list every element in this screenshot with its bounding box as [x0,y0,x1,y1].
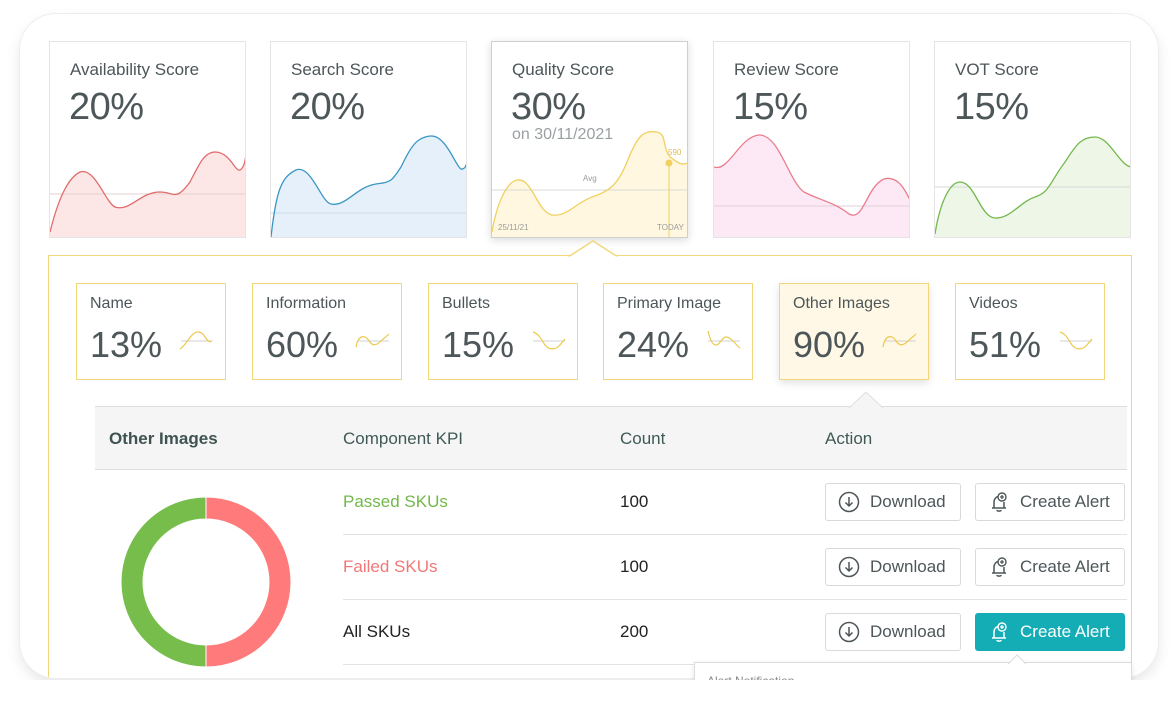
score-value: 15% [733,86,808,128]
download-button[interactable]: Download [825,548,961,586]
download-icon [838,621,860,643]
avg-label: Avg [583,174,597,183]
component-card-name[interactable]: Name 13% [76,283,226,380]
trend-sparkline-icon [1059,331,1093,350]
component-value: 24% [617,324,690,365]
selection-pointer [849,391,883,409]
score-card-vot[interactable]: VOT Score 15% [934,41,1131,238]
create-alert-button[interactable]: Create Alert [975,483,1125,521]
today-label: TODAY [657,223,684,232]
component-title: Bullets [442,295,491,312]
component-title: Information [266,295,347,312]
component-value: 51% [969,324,1042,365]
download-label: Download [870,492,946,511]
score-card-search[interactable]: Search Score 20% [270,41,467,238]
create-alert-button[interactable]: Create Alert [975,548,1125,586]
score-title: Quality Score [512,60,615,79]
component-card-other-images[interactable]: Other Images 90% [779,283,929,380]
component-detail-panel: Name 13% Information 60% Bullets 15% Pri… [48,255,1132,678]
trend-sparkline-icon [355,333,390,348]
download-label: Download [870,622,946,641]
component-value: 60% [266,324,339,365]
component-title: Videos [969,295,1018,312]
kpi-name[interactable]: All SKUs [343,622,410,642]
donut-segment-passed-skus[interactable] [120,496,207,668]
table-row-passed: Passed SKUs 100 Download Create Alert [343,470,1127,535]
create-alert-label: Create Alert [1020,622,1110,641]
chart-point[interactable] [665,159,673,167]
component-card-bullets[interactable]: Bullets 15% [428,283,578,380]
score-value: 30% [511,86,586,128]
create-alert-button-active[interactable]: Create Alert [975,613,1125,651]
bell-plus-icon [992,622,1007,642]
score-card-review[interactable]: Review Score 15% [713,41,910,238]
download-label: Download [870,557,946,576]
header-action: Action [825,429,873,448]
trend-sparkline-icon [179,331,213,350]
kpi-name[interactable]: Failed SKUs [343,557,437,577]
panel-pointer [568,240,618,258]
bell-plus-icon [992,492,1007,512]
table-row-failed: Failed SKUs 100 Download Create Alert [343,535,1127,600]
download-button[interactable]: Download [825,613,961,651]
score-card-availability[interactable]: Availability Score 20% [49,41,246,238]
score-title: Search Score [291,60,394,79]
kpi-count: 100 [620,557,649,576]
component-card-information[interactable]: Information 60% [252,283,402,380]
component-title: Name [90,295,133,312]
download-icon [838,491,860,513]
section-title: Other Images [109,429,218,448]
component-title: Other Images [793,295,890,312]
score-value: 20% [69,86,144,128]
score-value: 20% [290,86,365,128]
kpi-count: 100 [620,492,649,511]
kpi-table-header: Other Images Component KPI Count Action [95,391,1127,470]
create-alert-label: Create Alert [1020,492,1110,511]
component-value: 90% [793,324,866,365]
header-count: Count [620,429,666,448]
kpi-count: 200 [620,622,649,641]
component-value: 15% [442,324,515,365]
donut-segment-failed-skus[interactable] [205,496,292,668]
component-card-primary-image[interactable]: Primary Image 24% [603,283,753,380]
component-card-videos[interactable]: Videos 51% [955,283,1105,380]
create-alert-label: Create Alert [1020,557,1110,576]
header-component-kpi: Component KPI [343,429,464,448]
score-title: VOT Score [955,60,1039,79]
component-title: Primary Image [617,295,722,312]
trend-sparkline-icon [882,333,917,348]
trend-sparkline-icon [707,330,741,349]
trend-sparkline-icon [532,331,566,350]
download-button[interactable]: Download [825,483,961,521]
score-card-quality[interactable]: Quality Score 30% on 30/11/2021 Avg 25/1… [491,41,688,238]
download-icon [838,556,860,578]
sku-donut-chart [120,496,292,668]
start-date-label: 25/11/21 [498,223,529,232]
popup-pointer [1008,654,1026,664]
component-value: 13% [90,324,163,365]
bell-plus-icon [992,557,1007,577]
score-title: Availability Score [70,60,200,79]
dashboard-frame: Availability Score 20% Search Score 20% … [20,14,1158,678]
kpi-name[interactable]: Passed SKUs [343,492,448,512]
point-value-label: 590 [668,148,682,157]
bottom-fade [0,680,1176,701]
score-date: on 30/11/2021 [512,126,614,143]
score-value: 15% [954,86,1029,128]
score-title: Review Score [734,60,839,79]
